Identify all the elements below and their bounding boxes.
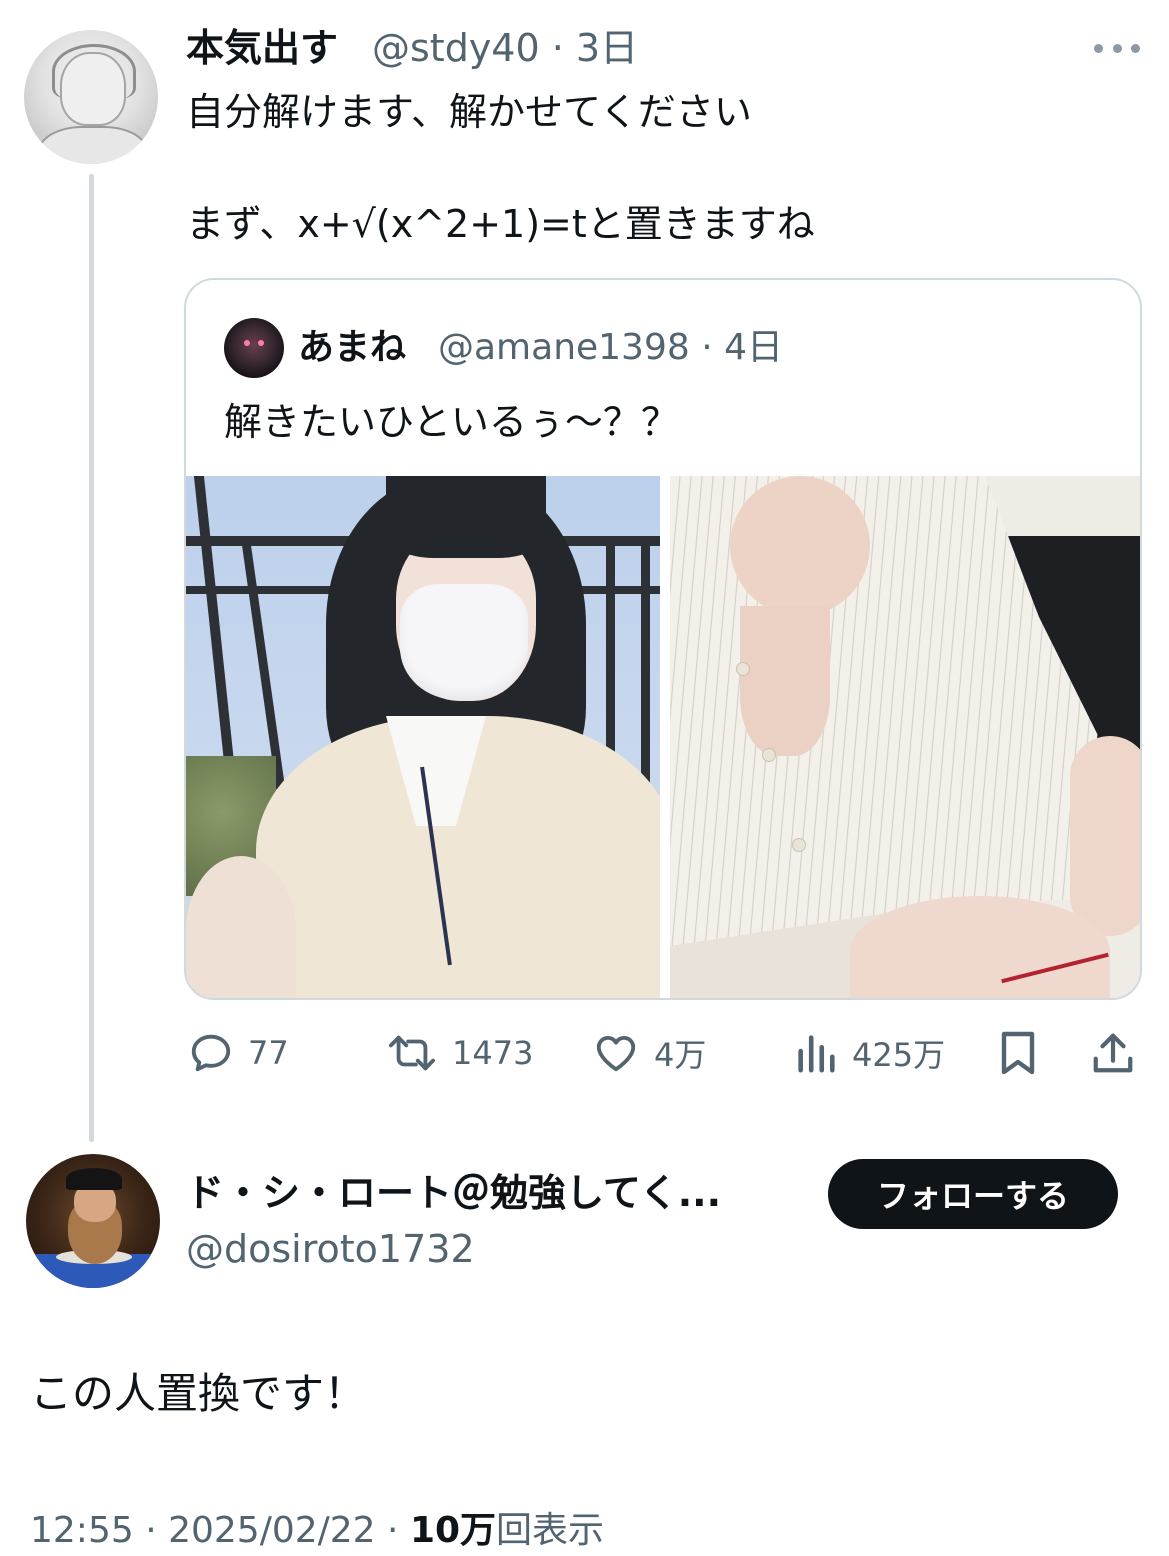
more-icon[interactable] <box>1094 40 1140 56</box>
quoted-handle[interactable]: @amane1398 <box>438 327 690 368</box>
like-count: 4万 <box>654 1036 707 1074</box>
views-button[interactable]: 425万 <box>794 1028 945 1078</box>
tweet-time-ago[interactable]: 3日 <box>576 26 638 70</box>
views-count: 425万 <box>852 1036 946 1074</box>
meta-separator: · <box>689 327 725 368</box>
retweet-icon <box>388 1035 435 1071</box>
retweet-count: 1473 <box>452 1034 534 1072</box>
tweet-text: 自分解けます、解かせてください まず、x+√(x^2+1)=tと置きますね <box>186 90 815 246</box>
retweet-button[interactable]: 1473 <box>386 1028 533 1078</box>
footer-separator: · <box>375 1510 410 1551</box>
author-handle[interactable]: @stdy40 <box>372 26 540 70</box>
avatar-dosiroto1732[interactable] <box>26 1154 160 1288</box>
tweet-date[interactable]: 2025/02/22 <box>168 1510 376 1551</box>
avatar-stdy40[interactable] <box>24 30 158 164</box>
quoted-photo-2[interactable] <box>670 476 1140 998</box>
like-button[interactable]: 4万 <box>592 1028 706 1078</box>
share-icon <box>1093 1033 1133 1073</box>
tweet-timestamp-footer: 12:55 · 2025/02/22 · 10万回表示 <box>30 1506 604 1556</box>
main-author-handle[interactable]: @dosiroto1732 <box>186 1224 475 1274</box>
meta-separator: · <box>539 26 576 70</box>
like-icon <box>596 1035 636 1072</box>
thread-connector-line <box>89 174 94 1142</box>
quoted-meta: @amane1398 · 4日 <box>438 324 783 372</box>
views-icon <box>798 1035 835 1073</box>
quoted-photo-1[interactable] <box>186 476 660 998</box>
main-author-display-name[interactable]: ド・シ・ロート＠勉強してく... <box>186 1168 721 1218</box>
reply-button[interactable]: 77 <box>188 1028 289 1078</box>
author-display-name[interactable]: 本気出す <box>186 24 338 72</box>
quoted-time-ago[interactable]: 4日 <box>724 327 783 368</box>
footer-separator: · <box>133 1510 169 1551</box>
quoted-display-name[interactable]: あまね <box>298 324 406 372</box>
quoted-tweet-card[interactable]: あまね @amane1398 · 4日 解きたいひといるぅ〜？？ <box>184 278 1142 1000</box>
reply-count: 77 <box>248 1034 289 1072</box>
share-button[interactable] <box>1090 1028 1136 1078</box>
bookmark-button[interactable] <box>996 1028 1040 1078</box>
view-suffix: 回表示 <box>496 1510 605 1551</box>
quoted-avatar[interactable] <box>224 318 284 378</box>
follow-button[interactable]: フォローする <box>828 1159 1118 1229</box>
main-tweet-text: この人置換です！ <box>30 1369 367 1418</box>
tweet-time[interactable]: 12:55 <box>30 1510 134 1551</box>
bookmark-icon <box>1001 1031 1035 1075</box>
view-count: 10万 <box>409 1510 497 1551</box>
reply-icon <box>191 1034 231 1072</box>
author-meta: @stdy40 · 3日 <box>372 24 638 72</box>
quoted-tweet-text: 解きたいひといるぅ〜？？ <box>224 400 679 444</box>
